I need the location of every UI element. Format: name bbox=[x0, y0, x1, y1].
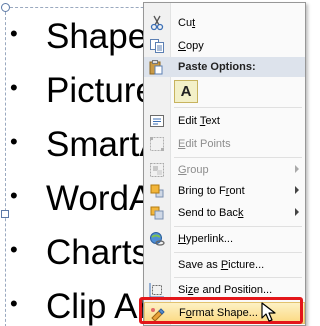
submenu-arrow-icon bbox=[295, 165, 299, 173]
submenu-arrow-icon bbox=[295, 186, 299, 194]
hyperlink-icon bbox=[148, 231, 165, 247]
menu-item-label: Group bbox=[178, 164, 209, 176]
edit-text-icon bbox=[148, 113, 165, 129]
paste-keep-text-only-button[interactable]: A bbox=[174, 80, 198, 103]
scissors-icon bbox=[148, 15, 165, 31]
text-only-paste-icon: A bbox=[180, 83, 192, 100]
menu-item-label: Bring to Front bbox=[178, 185, 245, 197]
top-left-resize-handle[interactable] bbox=[1, 3, 10, 12]
bullet-glyph: • bbox=[10, 237, 18, 262]
submenu-arrow-icon bbox=[295, 208, 299, 216]
menu-item-group[interactable]: Group bbox=[144, 159, 305, 181]
menu-separator bbox=[174, 252, 302, 253]
menu-item-edit-text[interactable]: Edit Text bbox=[144, 110, 305, 132]
menu-item-label: Edit Text bbox=[178, 115, 220, 127]
menu-separator bbox=[174, 107, 302, 108]
bullet-glyph: • bbox=[10, 75, 18, 100]
mouse-pointer-icon bbox=[260, 302, 280, 324]
bring-to-front-icon bbox=[148, 183, 165, 199]
size-position-icon bbox=[148, 282, 165, 298]
menu-item-label: Size and Position... bbox=[178, 284, 273, 296]
menu-item-copy[interactable]: Copy bbox=[144, 35, 305, 57]
menu-item-label: Cut bbox=[178, 17, 196, 29]
menu-separator bbox=[174, 157, 302, 158]
menu-item-edit-points[interactable]: Edit Points bbox=[144, 133, 305, 155]
paste-icon bbox=[148, 59, 164, 80]
edit-points-icon bbox=[148, 136, 165, 152]
bullet-glyph: • bbox=[10, 183, 18, 208]
left-resize-handle[interactable] bbox=[1, 210, 9, 218]
bullet-glyph: • bbox=[10, 129, 18, 154]
paste-options-header: Paste Options: bbox=[144, 57, 305, 77]
menu-separator bbox=[174, 226, 302, 227]
menu-item-hyperlink[interactable]: Hyperlink... bbox=[144, 228, 305, 250]
menu-item-save-as-picture[interactable]: Save as Picture... bbox=[144, 254, 305, 276]
menu-item-label: Edit Points bbox=[178, 138, 231, 150]
bullet-glyph: • bbox=[10, 21, 18, 46]
bullet-item: • Charts bbox=[10, 224, 149, 280]
context-menu: Cut Copy Paste Options: A Edit Text Edit… bbox=[143, 2, 306, 326]
menu-item-bring-to-front[interactable]: Bring to Front bbox=[144, 180, 305, 202]
bullet-glyph: • bbox=[10, 291, 18, 316]
menu-item-label: Copy bbox=[178, 40, 204, 52]
menu-item-label: Send to Back bbox=[178, 207, 244, 219]
menu-item-label: Hyperlink... bbox=[178, 233, 234, 245]
send-to-back-icon bbox=[148, 205, 165, 221]
group-icon bbox=[148, 162, 165, 178]
menu-item-send-to-back[interactable]: Send to Back bbox=[144, 202, 305, 224]
menu-item-label: Save as Picture... bbox=[178, 259, 265, 271]
menu-separator bbox=[174, 277, 302, 278]
bullet-item: • Shapes bbox=[10, 8, 165, 64]
copy-icon bbox=[148, 38, 165, 54]
bullet-item: • Clip Art bbox=[10, 278, 159, 326]
bullet-text: Charts bbox=[46, 232, 150, 272]
menu-item-cut[interactable]: Cut bbox=[144, 12, 305, 34]
